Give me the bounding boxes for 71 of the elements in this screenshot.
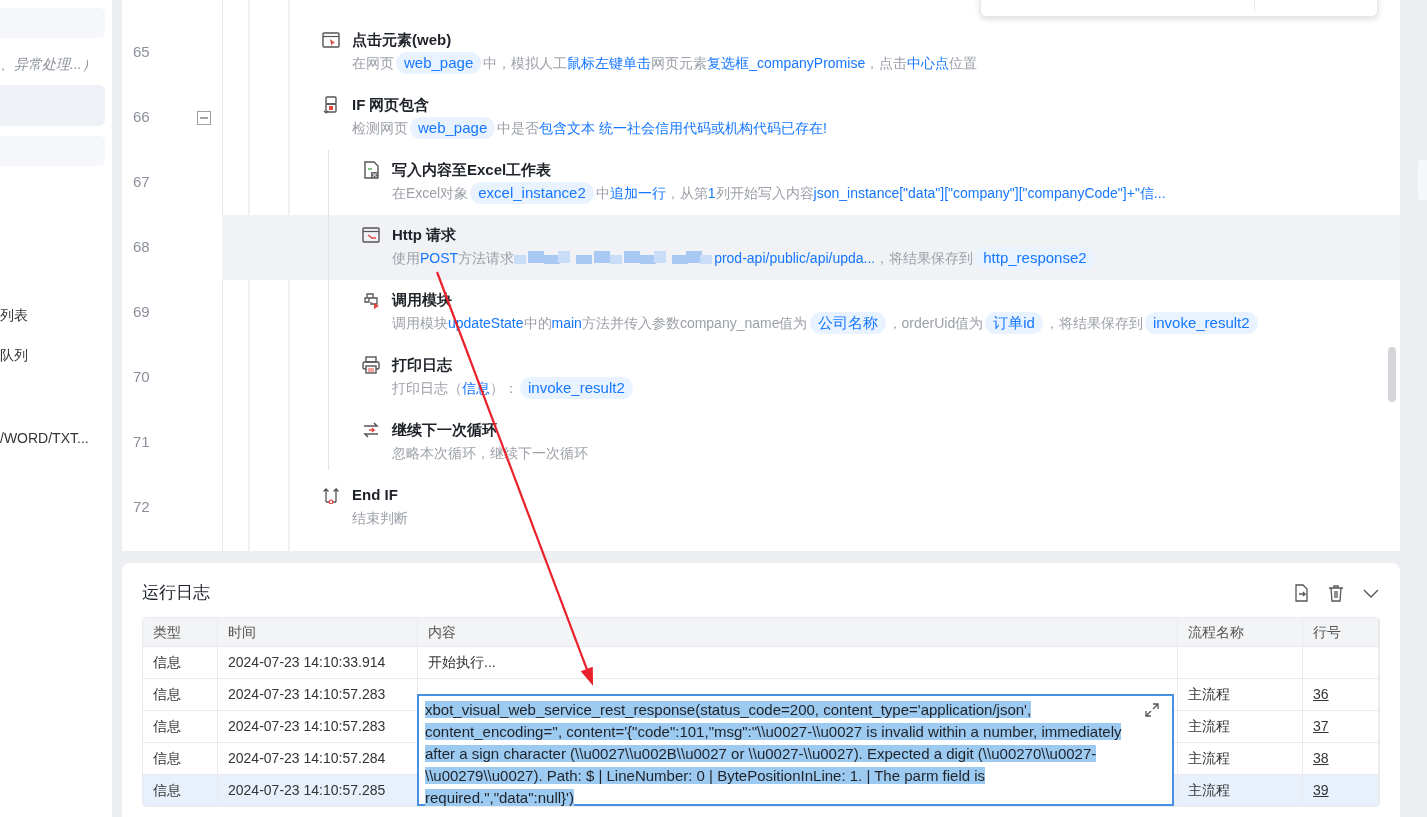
table-cell-text: 2024-07-23 14:10:57.283 <box>228 717 386 736</box>
step-description: 结束判断 <box>352 509 408 528</box>
step-description: 使用POST方法请求 prod-api/public/api/upda...，将结果保存到 http_response2 <box>392 247 1097 269</box>
export-icon[interactable] <box>1292 584 1310 602</box>
variable-chip: 公司名称 <box>809 312 886 334</box>
step-row[interactable]: 点击元素(web) 在网页 web_page 中，模拟人工鼠标左键单击网页元素复选框_companyPromise，点击中心点位置 <box>222 20 1400 85</box>
line-link[interactable]: 37 <box>1313 716 1329 737</box>
browser-window-icon <box>362 226 380 244</box>
step-description: 检测网页 web_page 中是否包含文本 统一社会信用代码或机构代码已存在! <box>352 117 827 139</box>
table-cell-text: 2024-07-23 14:10:57.283 <box>228 685 386 704</box>
table-cell-text: 信息 <box>153 653 181 672</box>
sidebar-item[interactable]: 列表 <box>0 306 112 324</box>
sidebar-item[interactable]: 队列 <box>0 346 112 364</box>
expand-icon[interactable] <box>1144 702 1160 718</box>
line-number: 66 <box>133 107 150 128</box>
step-title: Http 请求 <box>392 225 458 245</box>
line-number: 69 <box>133 302 150 323</box>
line-number: 71 <box>133 432 150 453</box>
popup-text: xbot_visual_web_service_rest_response(status_code=200, content_type='application/json', content_encoding='', content='{"code":101,"msg":"\\u0027-\\u0027 is invalid within a number, immediately after a sign character (\\u0027\\u002B\\u0027 or \\u0027-\\u0027). Expected a digit (\\u00270\\u0027-\\u00279\\u0027). Path: $ | LineNumber: 0 | BytePositionInLine: 1. | The parm field is required.","data":null}') <box>425 700 1123 808</box>
step-title: 继续下一次循环 <box>392 420 498 440</box>
step-row[interactable]: Http 请求 使用POST方法请求 prod-api/public/api/upda...，将结果保存到 http_response2 <box>222 215 1400 280</box>
end-branch-icon <box>322 486 340 504</box>
table-cell-text: 主流程 <box>1188 717 1230 736</box>
python-icon <box>362 291 380 309</box>
trash-icon[interactable] <box>1327 584 1345 602</box>
variable-chip: excel_instance2 <box>470 182 594 204</box>
step-title: 打印日志 <box>392 355 453 375</box>
line-number: 70 <box>133 367 150 388</box>
variable-chip: invoke_result2 <box>1144 312 1258 334</box>
step-title: IF 网页包含 <box>352 95 431 115</box>
variable-chip: web_page <box>410 117 496 139</box>
sidebar-item[interactable]: /WORD/TXT... <box>0 429 112 447</box>
step-description: 在Excel对象 excel_instance2 中追加一行，从第1列开始写入内容json_instance["data"]["company"]["companyCode"]+"信... <box>392 182 1166 204</box>
step-title: 点击元素(web) <box>352 30 453 50</box>
loop-arrows-icon <box>362 421 380 439</box>
variable-chip: web_page <box>396 52 482 74</box>
table-cell-text: 主流程 <box>1188 685 1230 704</box>
variable-chip: invoke_result2 <box>520 377 633 399</box>
step-title: 写入内容至Excel工作表 <box>392 160 553 180</box>
table-cell-text: 信息 <box>153 717 181 736</box>
line-number: 67 <box>133 172 150 193</box>
collapse-icon[interactable] <box>197 111 211 125</box>
table-row[interactable]: 信息 2024-07-23 14:10:33.914 开始执行... <box>143 646 1379 678</box>
line-link[interactable]: 36 <box>1313 684 1329 705</box>
table-cell-text: 信息 <box>153 685 181 704</box>
step-row[interactable]: End IF 结束判断 <box>222 475 1400 540</box>
spreadsheet-file-icon <box>362 161 380 179</box>
table-cell-text: 开始执行... <box>428 653 496 672</box>
table-cell-text: 2024-07-23 14:10:57.285 <box>228 781 386 800</box>
line-number: 65 <box>133 42 150 63</box>
line-link[interactable]: 39 <box>1313 780 1329 801</box>
line-number: 68 <box>133 237 150 258</box>
table-cell-text: 2024-07-23 14:10:33.914 <box>228 653 386 672</box>
scrollbar[interactable] <box>1388 347 1396 402</box>
panel-title: 运行日志 <box>142 582 210 604</box>
printer-icon <box>362 356 380 374</box>
step-description: 在网页 web_page 中，模拟人工鼠标左键单击网页元素复选框_companyPromise，点击中心点位置 <box>352 52 978 74</box>
cursor-window-icon <box>322 31 340 49</box>
table-cell-text: 2024-07-23 14:10:57.284 <box>228 749 386 768</box>
table-cell-text: 信息 <box>153 781 181 800</box>
step-row[interactable]: IF 网页包含 检测网页 web_page 中是否包含文本 统一社会信用代码或机构代码已存在! <box>222 85 1400 150</box>
table-cell-text: 主流程 <box>1188 749 1230 768</box>
branch-icon <box>322 96 340 114</box>
variable-chip: 订单id <box>985 312 1043 334</box>
variable-chip: http_response2 <box>975 247 1095 269</box>
line-number: 72 <box>133 497 150 518</box>
line-link[interactable]: 38 <box>1313 748 1329 769</box>
table-cell-text: 信息 <box>153 749 181 768</box>
step-title: End IF <box>352 485 399 505</box>
step-row[interactable]: 写入内容至Excel工作表 在Excel对象 excel_instance2 中追加一行，从第1列开始写入内容json_instance["data"]["company"]["companyCode"]+"信... <box>222 150 1400 215</box>
table-cell-text: 主流程 <box>1188 781 1230 800</box>
